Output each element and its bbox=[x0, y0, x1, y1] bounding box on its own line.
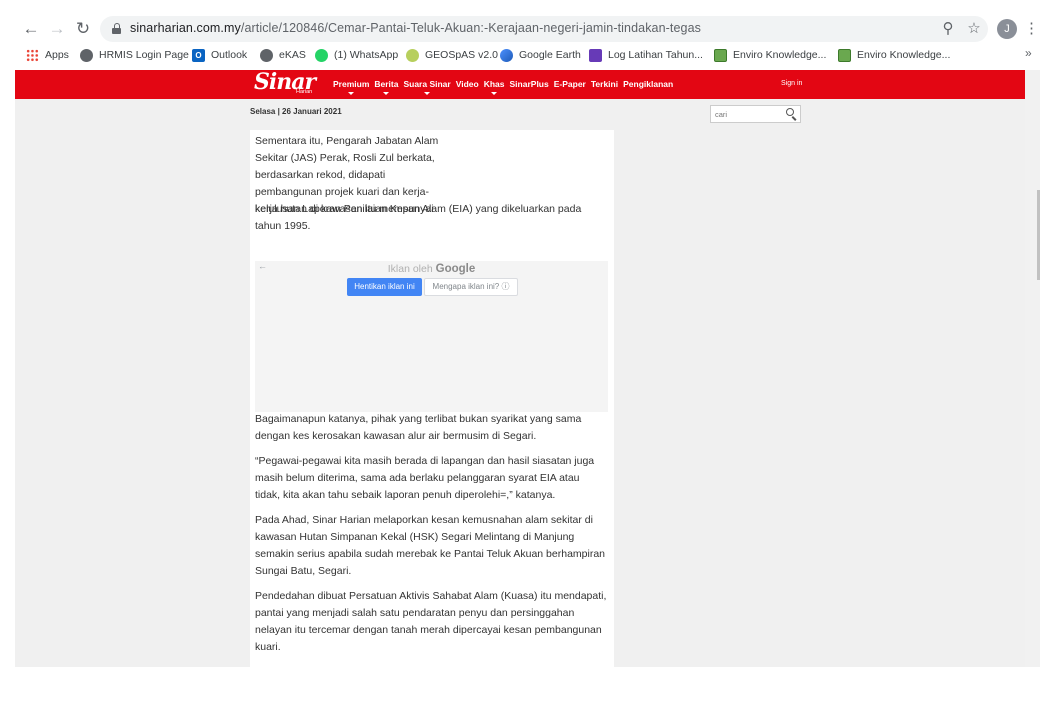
site-header: Sinar Harian Premium Berita Suara Sinar … bbox=[15, 70, 1040, 99]
zoom-icon[interactable]: ⚲ bbox=[938, 19, 958, 39]
caret-down-icon bbox=[348, 92, 355, 95]
nav-sinarplus[interactable]: SinarPlus bbox=[510, 79, 549, 89]
nav-khas[interactable]: Khas bbox=[484, 79, 505, 95]
caret-down-icon bbox=[491, 92, 498, 95]
page-scrollbar[interactable] bbox=[1025, 70, 1040, 667]
nav-suara-sinar[interactable]: Suara Sinar bbox=[403, 79, 451, 95]
article-paragraph: “Pegawai-pegawai kita masih berada di la… bbox=[255, 455, 595, 501]
stop-ad-button[interactable]: Hentikan iklan ini bbox=[347, 278, 422, 296]
bookmarks-more-icon[interactable]: » bbox=[1025, 46, 1032, 60]
caret-down-icon bbox=[424, 92, 431, 95]
ad-label: Iklan oleh Google bbox=[387, 263, 476, 275]
outlook-icon: O bbox=[192, 48, 205, 62]
bookmark-outlook[interactable]: O Outlook bbox=[192, 46, 247, 64]
address-bar[interactable]: sinarharian.com.my/article/120846/Cemar-… bbox=[100, 16, 988, 42]
nav-berita[interactable]: Berita bbox=[374, 79, 398, 95]
article-paragraph: kelulusan Laporan Penilaian Kesan Alam (… bbox=[255, 203, 582, 232]
bookmark-whatsapp[interactable]: (1) WhatsApp bbox=[315, 46, 398, 64]
site-search bbox=[710, 105, 801, 123]
globe-icon bbox=[80, 48, 93, 62]
bookmark-ekas[interactable]: eKAS bbox=[260, 46, 306, 64]
sinar-harian-logo[interactable]: Sinar Harian bbox=[254, 70, 322, 96]
bookmark-geospas[interactable]: GEOSpAS v2.0 bbox=[406, 46, 498, 64]
bookmark-log-latihan[interactable]: Log Latihan Tahun... bbox=[589, 46, 703, 64]
article-paragraph: Bagaimanapun katanya, pihak yang terliba… bbox=[255, 413, 582, 442]
enviro-icon bbox=[838, 48, 851, 62]
bookmark-hrmis[interactable]: HRMIS Login Page bbox=[80, 46, 189, 64]
forward-arrow-icon[interactable]: → bbox=[46, 18, 68, 40]
site-nav: Premium Berita Suara Sinar Video Khas Si… bbox=[333, 79, 673, 95]
search-input[interactable] bbox=[715, 108, 781, 120]
nav-pengiklanan[interactable]: Pengiklanan bbox=[623, 79, 673, 89]
bookmark-enviro-2[interactable]: Enviro Knowledge... bbox=[838, 46, 950, 64]
sign-in-link[interactable]: Sign in bbox=[781, 80, 802, 87]
apps-grid-icon bbox=[26, 48, 39, 62]
nav-epaper[interactable]: E-Paper bbox=[554, 79, 586, 89]
enviro-icon bbox=[714, 48, 727, 62]
bookmarks-bar: Apps HRMIS Login Page O Outlook eKAS (1) … bbox=[0, 44, 1040, 66]
why-this-ad-button[interactable]: Mengapa iklan ini? ⓘ bbox=[424, 278, 518, 296]
caret-down-icon bbox=[383, 92, 390, 95]
article-body: Sementara itu, Pengarah Jabatan Alam Sek… bbox=[250, 130, 614, 667]
back-arrow-icon[interactable]: ← bbox=[20, 18, 42, 40]
page-date: Selasa | 26 Januari 2021 bbox=[250, 107, 342, 116]
bookmark-google-earth[interactable]: Google Earth bbox=[500, 46, 581, 64]
globe-icon bbox=[260, 48, 273, 62]
article-paragraph: Pada Ahad, Sinar Harian melaporkan kesan… bbox=[255, 514, 606, 577]
bookmark-apps[interactable]: Apps bbox=[26, 46, 69, 64]
search-icon[interactable] bbox=[786, 108, 798, 121]
inline-ad-slot bbox=[447, 130, 614, 200]
whatsapp-icon bbox=[315, 48, 328, 62]
article-paragraph: Pendedahan dibuat Persatuan Aktivis Saha… bbox=[255, 590, 607, 653]
menu-dots-icon[interactable]: ⋮ bbox=[1024, 18, 1039, 40]
nav-premium[interactable]: Premium bbox=[333, 79, 369, 95]
form-icon bbox=[589, 48, 602, 62]
profile-avatar[interactable]: J bbox=[997, 19, 1017, 39]
star-bookmark-icon[interactable]: ☆ bbox=[964, 19, 984, 39]
bookmark-enviro-1[interactable]: Enviro Knowledge... bbox=[714, 46, 826, 64]
lock-icon bbox=[112, 23, 121, 34]
reload-icon[interactable]: ↻ bbox=[72, 18, 94, 40]
geospas-icon bbox=[406, 48, 419, 62]
google-earth-icon bbox=[500, 48, 513, 62]
browser-chrome: ← → ↻ sinarharian.com.my/article/120846/… bbox=[0, 0, 1040, 70]
browser-toolbar: ← → ↻ sinarharian.com.my/article/120846/… bbox=[0, 14, 1040, 44]
google-ad-box: ← Iklan oleh Google Hentikan iklan ini M… bbox=[255, 261, 608, 412]
nav-terkini[interactable]: Terkini bbox=[591, 79, 618, 89]
page-viewport: Sinar Harian Premium Berita Suara Sinar … bbox=[15, 70, 1040, 667]
nav-video[interactable]: Video bbox=[456, 79, 479, 89]
url-text[interactable]: sinarharian.com.my/article/120846/Cemar-… bbox=[130, 21, 701, 35]
